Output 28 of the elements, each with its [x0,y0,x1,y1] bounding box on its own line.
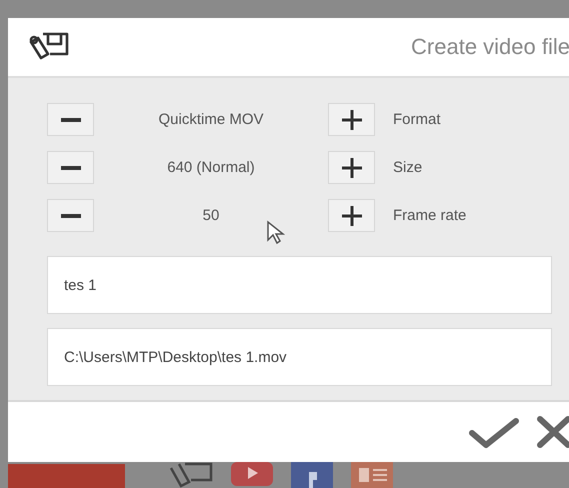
checkmark-icon [468,415,520,449]
setting-label: Frame rate [393,207,466,224]
plus-icon [342,158,362,178]
plus-icon [342,110,362,130]
increase-button[interactable] [328,103,375,136]
plus-icon [342,206,362,226]
setting-value: 50 [202,207,220,224]
setting-value: Quicktime MOV [157,111,264,128]
dialog-title: Create video file [411,34,569,60]
close-icon [536,415,569,449]
decrease-button[interactable] [47,151,94,184]
minus-icon [60,166,80,170]
minus-icon [60,214,80,218]
setting-value: 640 (Normal) [166,159,256,176]
setting-label: Format [393,111,441,128]
mouse-pointer-icon [266,220,286,246]
confirm-button[interactable] [468,415,520,449]
close-button[interactable] [536,415,569,449]
path-field[interactable]: C:\Users\MTP\Desktop\tes 1.mov [47,328,552,386]
name-field[interactable]: tes 1 [47,256,552,314]
increase-button[interactable] [328,151,375,184]
video-icon[interactable] [229,462,275,488]
minus-icon [60,118,80,122]
decrease-button[interactable] [47,199,94,232]
decrease-button[interactable] [47,103,94,136]
increase-button[interactable] [328,199,375,232]
setting-label: Size [393,159,422,176]
logo-icon[interactable] [169,462,215,488]
